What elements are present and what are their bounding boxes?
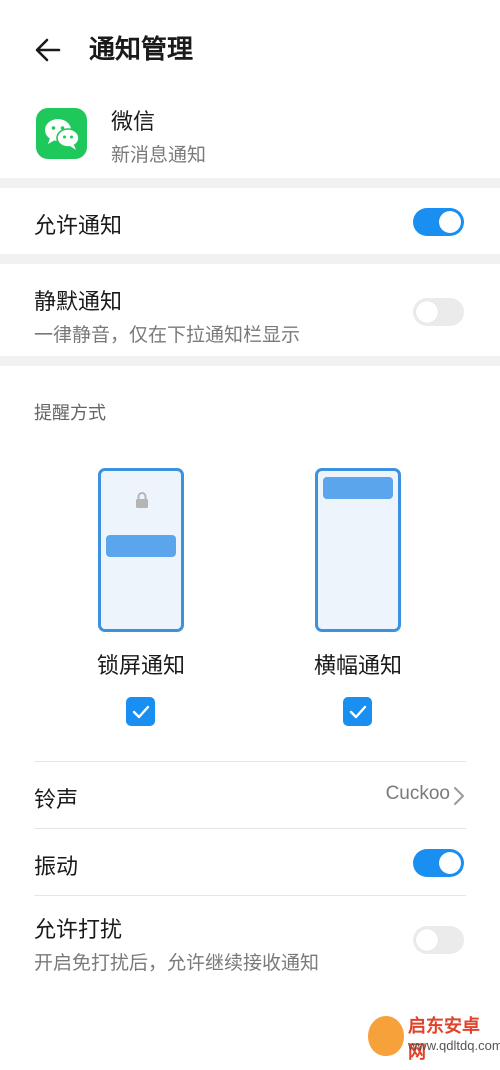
lock-icon	[136, 492, 148, 508]
reminder-section-label: 提醒方式	[34, 403, 106, 424]
back-arrow-icon	[35, 38, 61, 62]
toggle-knob	[439, 211, 461, 233]
banner-notification-bar	[323, 477, 393, 499]
page-title: 通知管理	[89, 35, 194, 65]
allow-disturb-row[interactable]: 允许打扰 开启免打扰后，允许继续接收通知	[0, 896, 500, 988]
check-icon	[132, 705, 149, 718]
app-subtitle: 新消息通知	[111, 144, 207, 166]
lockscreen-notification-bar	[106, 535, 176, 557]
silent-notifications-description: 一律静音，仅在下拉通知栏显示	[34, 324, 301, 346]
app-info: 微信 新消息通知	[0, 100, 500, 178]
silent-notifications-row[interactable]: 静默通知 一律静音，仅在下拉通知栏显示	[0, 264, 500, 356]
toggle-knob	[416, 301, 438, 323]
vibrate-toggle[interactable]	[413, 849, 464, 877]
vibrate-label: 振动	[34, 855, 79, 880]
toggle-knob	[416, 929, 438, 951]
wechat-icon	[36, 108, 87, 159]
lockscreen-option-label: 锁屏通知	[96, 654, 185, 679]
watermark-logo-icon	[368, 1016, 404, 1056]
app-name: 微信	[111, 110, 156, 135]
allow-notifications-toggle[interactable]	[413, 208, 464, 236]
chevron-right-icon	[454, 787, 464, 805]
allow-disturb-description: 开启免打扰后，允许继续接收通知	[34, 952, 320, 974]
lockscreen-preview[interactable]	[98, 468, 184, 632]
watermark-url: www.qdltdq.com	[408, 1038, 500, 1053]
check-icon	[349, 705, 366, 718]
allow-disturb-toggle[interactable]	[413, 926, 464, 954]
allow-notifications-row[interactable]: 允许通知	[0, 188, 500, 254]
section-divider	[0, 356, 500, 366]
header: 通知管理	[0, 0, 500, 100]
silent-notifications-toggle[interactable]	[413, 298, 464, 326]
lockscreen-checkbox[interactable]	[126, 697, 155, 726]
ringtone-label: 铃声	[34, 788, 79, 813]
allow-notifications-label: 允许通知	[34, 214, 123, 239]
vibrate-row[interactable]: 振动	[0, 829, 500, 895]
site-watermark: 启东安卓网 www.qdltdq.com	[366, 1004, 500, 1066]
banner-preview[interactable]	[315, 468, 401, 632]
back-button[interactable]	[28, 30, 68, 70]
toggle-knob	[439, 852, 461, 874]
banner-option-label: 横幅通知	[313, 654, 402, 679]
ringtone-value: Cuckoo	[385, 783, 450, 804]
allow-disturb-label: 允许打扰	[34, 918, 123, 943]
silent-notifications-label: 静默通知	[34, 290, 123, 315]
section-divider	[0, 254, 500, 264]
banner-checkbox[interactable]	[343, 697, 372, 726]
section-divider	[0, 178, 500, 188]
